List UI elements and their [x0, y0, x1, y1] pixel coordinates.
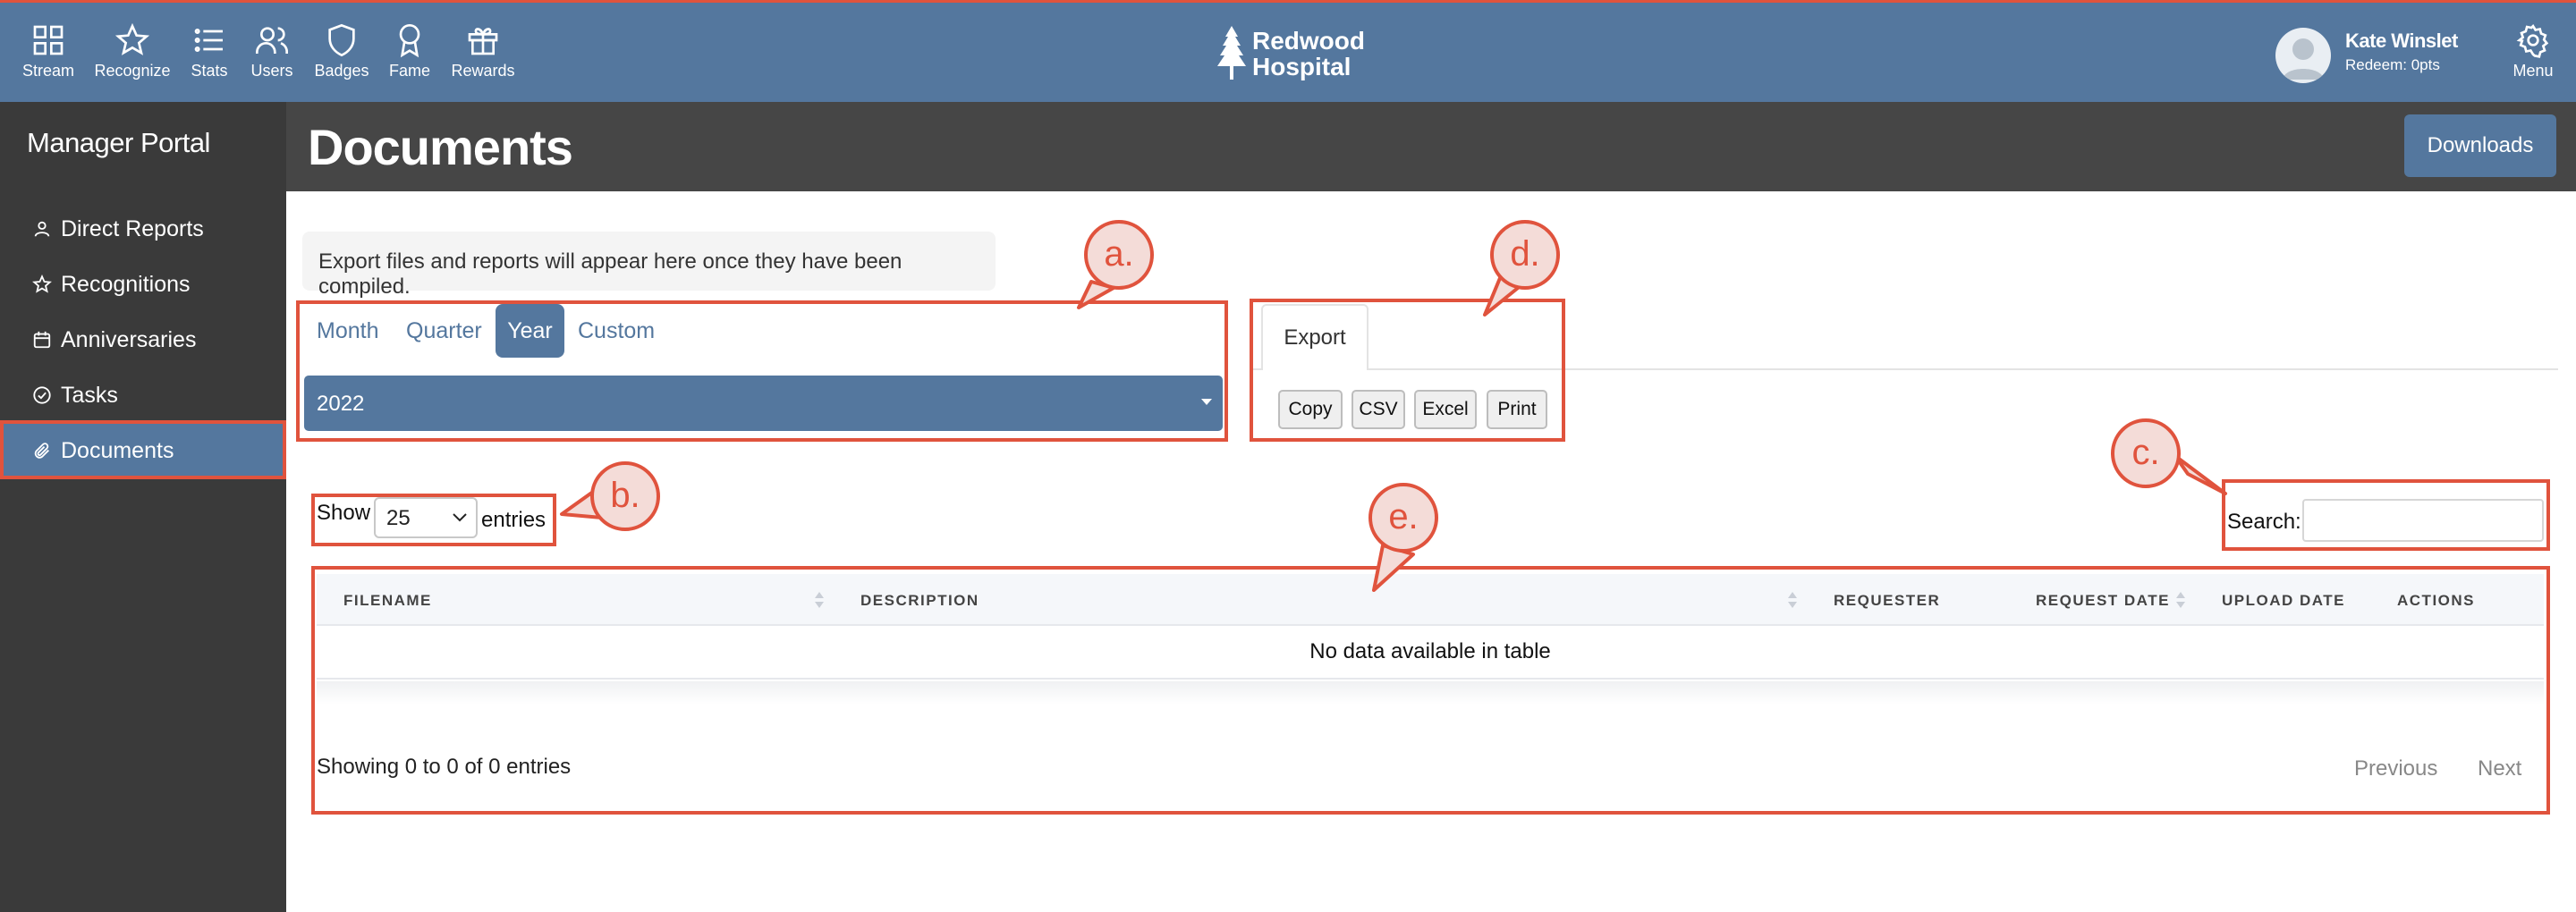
- sidebar-item-label: Anniversaries: [61, 327, 197, 352]
- user-profile[interactable]: Kate Winslet Redeem: 0pts: [2275, 24, 2490, 83]
- menu-button[interactable]: Menu: [2504, 22, 2562, 80]
- menu-label: Menu: [2512, 62, 2554, 80]
- callout-c-label: c.: [2111, 418, 2181, 488]
- user-icon: [34, 221, 50, 237]
- tree-logo-icon: [1217, 26, 1246, 80]
- brand-line-2: Hospital: [1252, 53, 1352, 80]
- nav-rewards-label: Rewards: [451, 62, 515, 80]
- user-avatar-icon: [2283, 38, 2324, 80]
- star-icon: [32, 274, 52, 293]
- annotation-box-e: [311, 566, 2550, 815]
- nav-stream-label: Stream: [21, 62, 75, 80]
- info-message: Export files and reports will appear her…: [302, 232, 996, 299]
- callout-a-label: a.: [1084, 220, 1154, 290]
- users-icon: [256, 27, 288, 54]
- shield-icon: [328, 23, 355, 57]
- star-icon: [114, 22, 150, 55]
- sidebar-item-label: Tasks: [61, 383, 118, 408]
- sidebar-item-label: Documents: [61, 438, 174, 463]
- page-header: Documents Downloads: [286, 102, 2576, 191]
- callout-e-label: e.: [1368, 483, 1438, 553]
- grid-icon: [33, 25, 64, 55]
- nav-stream[interactable]: Stream: [4, 22, 93, 80]
- check-circle-icon: [33, 386, 51, 404]
- user-name: Kate Winslet: [2345, 30, 2458, 52]
- sidebar-item-direct-reports[interactable]: Direct Reports: [4, 202, 283, 254]
- sidebar-item-recognitions[interactable]: Recognitions: [4, 258, 283, 309]
- callout-d-label: d.: [1490, 220, 1560, 290]
- gift-icon: [468, 28, 498, 55]
- callout-b-label: b.: [590, 461, 660, 531]
- annotation-box-d: [1250, 299, 1565, 442]
- avatar: [2275, 28, 2331, 83]
- downloads-button[interactable]: Downloads: [2404, 114, 2556, 177]
- brand-line-1: Redwood: [1252, 27, 1365, 55]
- sidebar-item-label: Recognitions: [61, 272, 191, 297]
- sidebar-title: Manager Portal: [27, 127, 210, 158]
- list-icon: [194, 29, 223, 52]
- sidebar-item-tasks[interactable]: Tasks: [4, 368, 283, 420]
- paperclip-icon: [34, 443, 49, 459]
- top-navigation-bar: Stream Recognize Stats Users Badges Fame…: [0, 0, 2576, 102]
- annotation-box-b: [311, 494, 556, 546]
- calendar-icon: [33, 331, 51, 349]
- nav-recognize-label: Recognize: [94, 62, 171, 80]
- annotation-box-c: [2222, 479, 2550, 551]
- award-icon: [399, 24, 420, 58]
- sidebar: Manager Portal Direct Reports Recognitio…: [0, 102, 286, 912]
- annotation-box-a: [296, 300, 1228, 442]
- hospital-logo[interactable]: Redwood Hospital: [1216, 26, 1368, 83]
- sidebar-item-anniversaries[interactable]: Anniversaries: [4, 313, 283, 365]
- nav-recognize[interactable]: Recognize: [88, 22, 177, 80]
- nav-rewards[interactable]: Rewards: [438, 22, 528, 80]
- sidebar-item-label: Direct Reports: [61, 216, 204, 241]
- sidebar-item-documents[interactable]: Documents: [0, 420, 286, 479]
- gear-icon: [2516, 24, 2549, 58]
- user-points: Redeem: 0pts: [2345, 56, 2440, 73]
- page-title: Documents: [308, 119, 573, 175]
- brand-name: Redwood Hospital: [1252, 28, 1365, 80]
